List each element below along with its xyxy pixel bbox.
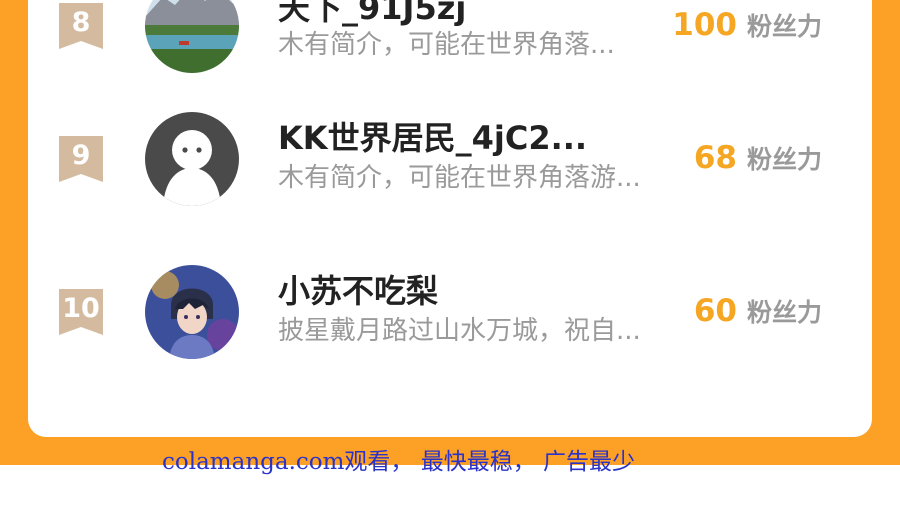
fans-power: 60 粉丝力 (694, 291, 822, 336)
user-intro: 木有简介，可能在世界角落... (278, 30, 615, 60)
fans-label: 粉丝力 (746, 145, 822, 174)
rank-badge-icon: 10 (59, 289, 103, 335)
ranking-row[interactable]: 10 小苏不吃梨 披星戴月路过山水万城，祝自... 60 粉丝力 (28, 265, 872, 376)
fans-number: 100 (672, 7, 737, 43)
user-name: 小苏不吃梨 (278, 272, 439, 310)
fans-label: 粉丝力 (746, 298, 822, 327)
user-name: KK世界居民_4jC2... (278, 119, 588, 157)
ranking-card: 8 天下_91J5zj 木有简介，可能在世界角落... 100 粉丝力 9 KK… (28, 0, 872, 437)
anime-boy-avatar[interactable] (145, 265, 239, 359)
fans-number: 60 (693, 293, 737, 329)
fans-label: 粉丝力 (746, 12, 822, 41)
user-name: 天下_91J5zj (278, 0, 467, 27)
footer-watermark-text[interactable]: colamanga.com观看， 最快最稳， 广告最少 (162, 447, 635, 477)
ranking-row[interactable]: 8 天下_91J5zj 木有简介，可能在世界角落... 100 粉丝力 (28, 0, 872, 90)
rank-badge-icon: 9 (59, 136, 103, 182)
ranking-row[interactable]: 9 KK世界居民_4jC2... 木有简介，可能在世界角落游... 68 粉丝力 (28, 112, 872, 223)
fans-power: 100 粉丝力 (672, 5, 822, 50)
rank-number: 10 (62, 293, 100, 324)
fans-power: 68 粉丝力 (694, 138, 822, 183)
user-intro: 木有简介，可能在世界角落游... (278, 163, 641, 193)
rank-number: 9 (71, 140, 91, 171)
mountain-lake-avatar[interactable] (145, 0, 239, 73)
rank-number: 8 (71, 7, 91, 38)
user-intro: 披星戴月路过山水万城，祝自... (278, 316, 641, 346)
rank-badge-icon: 8 (59, 3, 103, 49)
default-user-avatar[interactable] (145, 112, 239, 206)
fans-number: 68 (693, 140, 737, 176)
